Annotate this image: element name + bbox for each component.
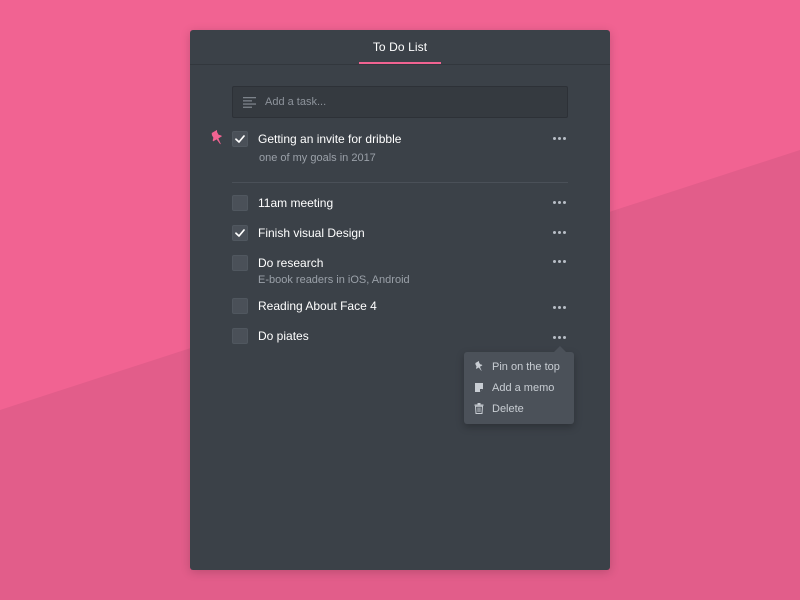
task-label: 11am meeting	[258, 196, 334, 210]
check-icon	[235, 229, 245, 237]
trash-icon	[474, 403, 484, 414]
dot-icon	[558, 231, 561, 234]
dot-icon	[563, 231, 566, 234]
more-options-button[interactable]	[552, 258, 568, 266]
menu-item-label: Pin on the top	[492, 361, 560, 373]
context-menu: Pin on the top Add a memo Delete	[464, 346, 574, 424]
more-options-button[interactable]	[552, 229, 568, 237]
dot-icon	[563, 137, 566, 140]
task-label: Do research	[258, 256, 324, 270]
menu-item-memo[interactable]: Add a memo	[464, 378, 574, 398]
lines-icon	[243, 97, 256, 108]
task-checkbox[interactable]	[232, 328, 248, 344]
task-row[interactable]: Do research E-book readers in iOS, Andro…	[190, 255, 610, 291]
title-bar: To Do List	[190, 30, 610, 65]
dot-icon	[553, 231, 556, 234]
task-label: Getting an invite for dribble	[258, 132, 402, 146]
dot-icon	[558, 260, 561, 263]
task-checkbox[interactable]	[232, 298, 248, 314]
task-checkbox[interactable]	[232, 195, 248, 211]
task-checkbox[interactable]	[232, 255, 248, 271]
task-label: Reading About Face 4	[258, 299, 377, 313]
dot-icon	[558, 201, 561, 204]
todo-window: To Do List Getting an invite for dribble…	[190, 30, 610, 570]
task-checkbox[interactable]	[232, 225, 248, 241]
task-row-pinned[interactable]: Getting an invite for dribble one of my …	[190, 130, 610, 170]
menu-item-label: Add a memo	[492, 382, 555, 394]
dot-icon	[563, 260, 566, 263]
dot-icon	[558, 336, 561, 339]
menu-item-label: Delete	[492, 403, 524, 415]
more-options-button[interactable]	[552, 334, 568, 342]
task-row[interactable]: 11am meeting	[190, 195, 610, 225]
dot-icon	[553, 336, 556, 339]
add-task-input[interactable]	[265, 87, 555, 117]
pin-icon	[475, 361, 483, 371]
title-underline	[359, 62, 441, 64]
dot-icon	[558, 306, 561, 309]
task-memo: one of my goals in 2017	[259, 152, 376, 164]
more-options-button[interactable]	[552, 135, 568, 143]
dot-icon	[553, 306, 556, 309]
task-checkbox[interactable]	[232, 131, 248, 147]
memo-icon	[475, 383, 483, 392]
task-row[interactable]: Reading About Face 4	[190, 298, 610, 328]
divider	[232, 182, 568, 183]
dot-icon	[563, 336, 566, 339]
dot-icon	[563, 306, 566, 309]
task-memo: E-book readers in iOS, Android	[258, 274, 410, 286]
check-icon	[235, 135, 245, 143]
more-options-button[interactable]	[552, 199, 568, 207]
dot-icon	[553, 137, 556, 140]
menu-item-delete[interactable]: Delete	[464, 399, 574, 419]
task-row[interactable]: Finish visual Design	[190, 225, 610, 255]
dot-icon	[558, 137, 561, 140]
window-title: To Do List	[372, 40, 428, 54]
task-label: Finish visual Design	[258, 226, 365, 240]
dot-icon	[553, 201, 556, 204]
add-task-field[interactable]	[232, 86, 568, 118]
dot-icon	[563, 201, 566, 204]
task-label: Do piates	[258, 329, 309, 343]
dot-icon	[553, 260, 556, 263]
menu-caret	[554, 346, 566, 352]
more-options-button[interactable]	[552, 304, 568, 312]
menu-item-pin[interactable]: Pin on the top	[464, 357, 574, 377]
